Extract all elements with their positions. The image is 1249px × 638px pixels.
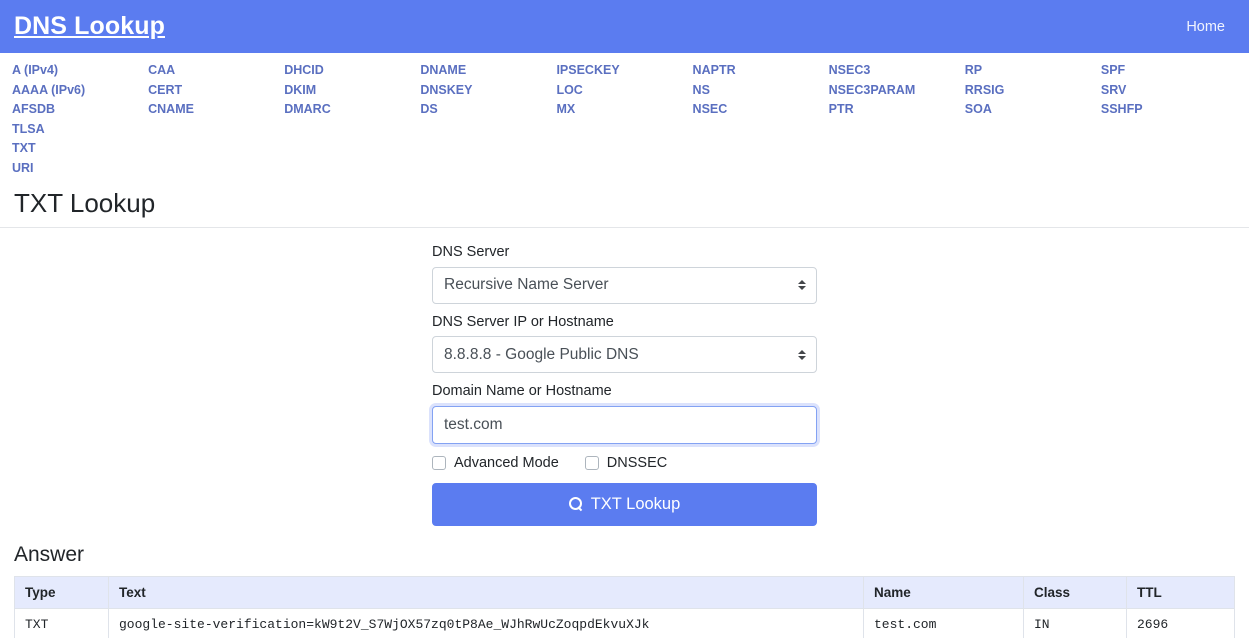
answer-heading: Answer [14,543,1235,567]
cell-type: TXT [15,608,109,638]
lookup-submit-button[interactable]: TXT Lookup [432,483,817,526]
dnssec-checkbox[interactable]: DNSSEC [585,455,667,471]
dns-server-ip-field: DNS Server IP or Hostname 8.8.8.8 - Goog… [432,313,817,374]
table-header-row: Type Text Name Class TTL [15,576,1235,608]
record-type-link-cert[interactable]: CERT [148,81,284,101]
record-type-link-naptr[interactable]: NAPTR [693,61,829,81]
record-type-link-rp[interactable]: RP [965,61,1101,81]
record-type-column-4: DNAME DNSKEY DS [420,61,556,120]
cell-class: IN [1024,608,1127,638]
chevron-updown-icon [797,277,807,293]
page-header: TXT Lookup [0,188,1249,219]
record-type-link-spf[interactable]: SPF [1101,61,1237,81]
table-row: TXT google-site-verification=kW9t2V_S7Wj… [15,608,1235,638]
record-type-link-ptr[interactable]: PTR [829,100,965,120]
dns-server-field: DNS Server Recursive Name Server [432,243,817,304]
dns-server-label: DNS Server [432,243,817,263]
record-type-link-caa[interactable]: CAA [148,61,284,81]
record-type-column-8: RP RRSIG SOA [965,61,1101,120]
record-type-column-2: CAA CERT CNAME [148,61,284,120]
column-header-text: Text [109,576,864,608]
record-type-link-mx[interactable]: MX [556,100,692,120]
lookup-submit-label: TXT Lookup [591,495,681,514]
chevron-updown-icon [797,347,807,363]
record-type-link-ns[interactable]: NS [693,81,829,101]
answer-section: Answer Type Text Name Class TTL TXT goog… [0,543,1249,638]
record-type-link-tlsa[interactable]: TLSA [12,120,148,140]
advanced-mode-label: Advanced Mode [454,455,559,471]
advanced-mode-checkbox[interactable]: Advanced Mode [432,455,559,471]
column-header-class: Class [1024,576,1127,608]
domain-name-label: Domain Name or Hostname [432,382,817,402]
record-type-link-nsec3param[interactable]: NSEC3PARAM [829,81,965,101]
record-type-nav: A (IPv4) AAAA (IPv6) AFSDB CAA CERT CNAM… [0,53,1249,182]
form-options: Advanced Mode DNSSEC [432,455,817,471]
page-title: TXT Lookup [14,188,1235,219]
dns-server-ip-label: DNS Server IP or Hostname [432,313,817,333]
column-header-name: Name [864,576,1024,608]
record-type-column-7: NSEC3 NSEC3PARAM PTR [829,61,965,120]
record-type-link-nsec[interactable]: NSEC [693,100,829,120]
checkbox-icon[interactable] [585,456,599,470]
record-type-column-10: TLSA TXT URI [12,120,148,179]
record-type-column-6: NAPTR NS NSEC [693,61,829,120]
record-type-link-dhcid[interactable]: DHCID [284,61,420,81]
record-type-link-dmarc[interactable]: DMARC [284,100,420,120]
cell-name: test.com [864,608,1024,638]
cell-ttl: 2696 [1127,608,1235,638]
answer-table: Type Text Name Class TTL TXT google-site… [14,576,1235,638]
record-type-column-1: A (IPv4) AAAA (IPv6) AFSDB [12,61,148,120]
lookup-form-region: DNS Server Recursive Name Server DNS Ser… [0,228,1249,526]
dns-server-selected-value: Recursive Name Server [444,276,609,294]
record-type-link-txt[interactable]: TXT [12,139,148,159]
checkbox-icon[interactable] [432,456,446,470]
dns-server-select[interactable]: Recursive Name Server [432,267,817,304]
domain-name-input[interactable] [432,406,817,444]
record-type-link-aaaa[interactable]: AAAA (IPv6) [12,81,148,101]
column-header-type: Type [15,576,109,608]
nav-home-link[interactable]: Home [1178,15,1233,39]
record-type-link-uri[interactable]: URI [12,159,148,179]
record-type-link-ds[interactable]: DS [420,100,556,120]
record-type-link-nsec3[interactable]: NSEC3 [829,61,965,81]
record-type-link-dname[interactable]: DNAME [420,61,556,81]
dnssec-label: DNSSEC [607,455,667,471]
record-type-link-dkim[interactable]: DKIM [284,81,420,101]
record-type-column-5: IPSECKEY LOC MX [556,61,692,120]
dns-lookup-form: DNS Server Recursive Name Server DNS Ser… [432,243,817,526]
record-type-link-ipseckey[interactable]: IPSECKEY [556,61,692,81]
record-type-grid: A (IPv4) AAAA (IPv6) AFSDB CAA CERT CNAM… [12,61,1237,178]
record-type-link-dnskey[interactable]: DNSKEY [420,81,556,101]
answer-table-body: TXT google-site-verification=kW9t2V_S7Wj… [15,608,1235,638]
domain-name-field: Domain Name or Hostname [432,382,817,444]
top-navbar: DNS Lookup Home [0,0,1249,53]
record-type-link-rrsig[interactable]: RRSIG [965,81,1101,101]
column-header-ttl: TTL [1127,576,1235,608]
record-type-column-3: DHCID DKIM DMARC [284,61,420,120]
record-type-link-afsdb[interactable]: AFSDB [12,100,148,120]
search-icon [569,497,583,511]
record-type-link-srv[interactable]: SRV [1101,81,1237,101]
cell-text: google-site-verification=kW9t2V_S7WjOX57… [109,608,864,638]
dns-server-ip-select[interactable]: 8.8.8.8 - Google Public DNS [432,336,817,373]
answer-table-head: Type Text Name Class TTL [15,576,1235,608]
dns-server-ip-selected-value: 8.8.8.8 - Google Public DNS [444,346,639,364]
record-type-column-9: SPF SRV SSHFP [1101,61,1237,120]
record-type-link-soa[interactable]: SOA [965,100,1101,120]
record-type-link-loc[interactable]: LOC [556,81,692,101]
record-type-link-sshfp[interactable]: SSHFP [1101,100,1237,120]
app-brand-link[interactable]: DNS Lookup [14,14,165,39]
record-type-link-cname[interactable]: CNAME [148,100,284,120]
navbar-right-links: Home [1178,15,1233,39]
record-type-link-a[interactable]: A (IPv4) [12,61,148,81]
